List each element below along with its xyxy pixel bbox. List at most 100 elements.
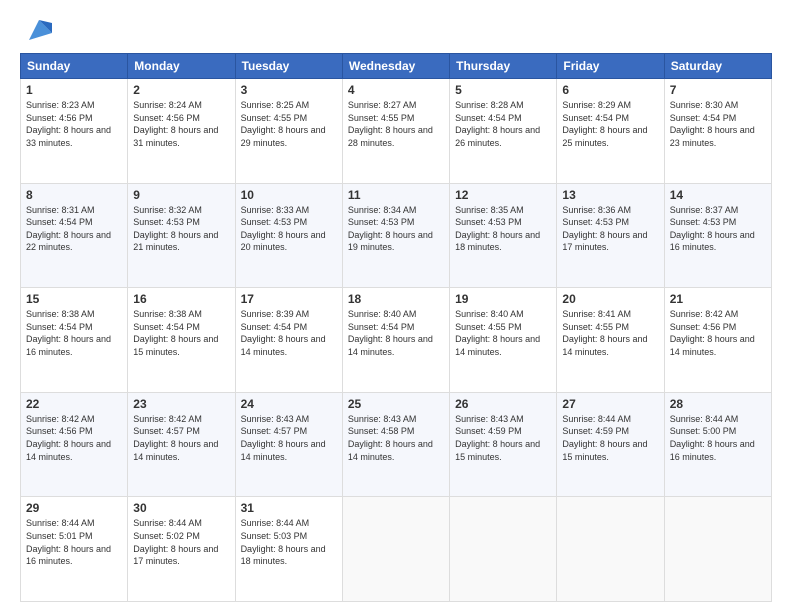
day-number: 12 [455,188,551,202]
day-number: 7 [670,83,766,97]
day-number: 8 [26,188,122,202]
calendar-cell: 15 Sunrise: 8:38 AM Sunset: 4:54 PM Dayl… [21,288,128,393]
calendar-cell: 1 Sunrise: 8:23 AM Sunset: 4:56 PM Dayli… [21,79,128,184]
cell-content: Sunrise: 8:35 AM Sunset: 4:53 PM Dayligh… [455,204,551,254]
day-number: 16 [133,292,229,306]
col-monday: Monday [128,54,235,79]
calendar-cell: 10 Sunrise: 8:33 AM Sunset: 4:53 PM Dayl… [235,183,342,288]
cell-content: Sunrise: 8:41 AM Sunset: 4:55 PM Dayligh… [562,308,658,358]
day-number: 9 [133,188,229,202]
calendar-cell: 21 Sunrise: 8:42 AM Sunset: 4:56 PM Dayl… [664,288,771,393]
col-thursday: Thursday [450,54,557,79]
cell-content: Sunrise: 8:43 AM Sunset: 4:58 PM Dayligh… [348,413,444,463]
day-number: 13 [562,188,658,202]
cell-content: Sunrise: 8:37 AM Sunset: 4:53 PM Dayligh… [670,204,766,254]
cell-content: Sunrise: 8:42 AM Sunset: 4:57 PM Dayligh… [133,413,229,463]
cell-content: Sunrise: 8:40 AM Sunset: 4:54 PM Dayligh… [348,308,444,358]
day-number: 21 [670,292,766,306]
cell-content: Sunrise: 8:44 AM Sunset: 4:59 PM Dayligh… [562,413,658,463]
calendar-cell: 4 Sunrise: 8:27 AM Sunset: 4:55 PM Dayli… [342,79,449,184]
calendar-cell: 12 Sunrise: 8:35 AM Sunset: 4:53 PM Dayl… [450,183,557,288]
cell-content: Sunrise: 8:28 AM Sunset: 4:54 PM Dayligh… [455,99,551,149]
calendar-cell: 28 Sunrise: 8:44 AM Sunset: 5:00 PM Dayl… [664,392,771,497]
day-number: 23 [133,397,229,411]
calendar-cell: 3 Sunrise: 8:25 AM Sunset: 4:55 PM Dayli… [235,79,342,184]
col-saturday: Saturday [664,54,771,79]
cell-content: Sunrise: 8:34 AM Sunset: 4:53 PM Dayligh… [348,204,444,254]
calendar-week-5: 29 Sunrise: 8:44 AM Sunset: 5:01 PM Dayl… [21,497,772,602]
calendar-cell: 27 Sunrise: 8:44 AM Sunset: 4:59 PM Dayl… [557,392,664,497]
calendar-cell: 2 Sunrise: 8:24 AM Sunset: 4:56 PM Dayli… [128,79,235,184]
cell-content: Sunrise: 8:44 AM Sunset: 5:03 PM Dayligh… [241,517,337,567]
logo [20,15,54,45]
day-number: 11 [348,188,444,202]
day-number: 5 [455,83,551,97]
cell-content: Sunrise: 8:42 AM Sunset: 4:56 PM Dayligh… [670,308,766,358]
cell-content: Sunrise: 8:23 AM Sunset: 4:56 PM Dayligh… [26,99,122,149]
calendar-cell: 6 Sunrise: 8:29 AM Sunset: 4:54 PM Dayli… [557,79,664,184]
day-number: 28 [670,397,766,411]
cell-content: Sunrise: 8:33 AM Sunset: 4:53 PM Dayligh… [241,204,337,254]
col-tuesday: Tuesday [235,54,342,79]
day-number: 14 [670,188,766,202]
cell-content: Sunrise: 8:38 AM Sunset: 4:54 PM Dayligh… [133,308,229,358]
calendar-cell: 9 Sunrise: 8:32 AM Sunset: 4:53 PM Dayli… [128,183,235,288]
page-header [20,15,772,45]
day-number: 18 [348,292,444,306]
calendar-cell: 14 Sunrise: 8:37 AM Sunset: 4:53 PM Dayl… [664,183,771,288]
calendar-cell: 24 Sunrise: 8:43 AM Sunset: 4:57 PM Dayl… [235,392,342,497]
header-row: Sunday Monday Tuesday Wednesday Thursday… [21,54,772,79]
day-number: 17 [241,292,337,306]
calendar-cell: 5 Sunrise: 8:28 AM Sunset: 4:54 PM Dayli… [450,79,557,184]
day-number: 30 [133,501,229,515]
calendar-cell: 20 Sunrise: 8:41 AM Sunset: 4:55 PM Dayl… [557,288,664,393]
calendar-cell: 29 Sunrise: 8:44 AM Sunset: 5:01 PM Dayl… [21,497,128,602]
cell-content: Sunrise: 8:43 AM Sunset: 4:59 PM Dayligh… [455,413,551,463]
day-number: 22 [26,397,122,411]
cell-content: Sunrise: 8:39 AM Sunset: 4:54 PM Dayligh… [241,308,337,358]
cell-content: Sunrise: 8:44 AM Sunset: 5:00 PM Dayligh… [670,413,766,463]
calendar-cell [557,497,664,602]
cell-content: Sunrise: 8:30 AM Sunset: 4:54 PM Dayligh… [670,99,766,149]
day-number: 26 [455,397,551,411]
calendar-cell: 26 Sunrise: 8:43 AM Sunset: 4:59 PM Dayl… [450,392,557,497]
calendar-table: Sunday Monday Tuesday Wednesday Thursday… [20,53,772,602]
day-number: 3 [241,83,337,97]
calendar-week-1: 1 Sunrise: 8:23 AM Sunset: 4:56 PM Dayli… [21,79,772,184]
calendar-page: Sunday Monday Tuesday Wednesday Thursday… [0,0,792,612]
cell-content: Sunrise: 8:44 AM Sunset: 5:01 PM Dayligh… [26,517,122,567]
calendar-cell [342,497,449,602]
day-number: 31 [241,501,337,515]
calendar-cell: 31 Sunrise: 8:44 AM Sunset: 5:03 PM Dayl… [235,497,342,602]
calendar-cell: 30 Sunrise: 8:44 AM Sunset: 5:02 PM Dayl… [128,497,235,602]
calendar-cell: 17 Sunrise: 8:39 AM Sunset: 4:54 PM Dayl… [235,288,342,393]
logo-icon [24,15,54,45]
day-number: 4 [348,83,444,97]
calendar-cell: 19 Sunrise: 8:40 AM Sunset: 4:55 PM Dayl… [450,288,557,393]
calendar-week-2: 8 Sunrise: 8:31 AM Sunset: 4:54 PM Dayli… [21,183,772,288]
cell-content: Sunrise: 8:24 AM Sunset: 4:56 PM Dayligh… [133,99,229,149]
day-number: 15 [26,292,122,306]
day-number: 2 [133,83,229,97]
cell-content: Sunrise: 8:27 AM Sunset: 4:55 PM Dayligh… [348,99,444,149]
cell-content: Sunrise: 8:29 AM Sunset: 4:54 PM Dayligh… [562,99,658,149]
day-number: 19 [455,292,551,306]
calendar-week-3: 15 Sunrise: 8:38 AM Sunset: 4:54 PM Dayl… [21,288,772,393]
col-sunday: Sunday [21,54,128,79]
day-number: 29 [26,501,122,515]
calendar-cell [664,497,771,602]
col-friday: Friday [557,54,664,79]
cell-content: Sunrise: 8:44 AM Sunset: 5:02 PM Dayligh… [133,517,229,567]
calendar-cell: 11 Sunrise: 8:34 AM Sunset: 4:53 PM Dayl… [342,183,449,288]
calendar-cell: 8 Sunrise: 8:31 AM Sunset: 4:54 PM Dayli… [21,183,128,288]
calendar-cell: 18 Sunrise: 8:40 AM Sunset: 4:54 PM Dayl… [342,288,449,393]
calendar-cell: 7 Sunrise: 8:30 AM Sunset: 4:54 PM Dayli… [664,79,771,184]
calendar-cell: 25 Sunrise: 8:43 AM Sunset: 4:58 PM Dayl… [342,392,449,497]
calendar-cell [450,497,557,602]
day-number: 24 [241,397,337,411]
day-number: 25 [348,397,444,411]
col-wednesday: Wednesday [342,54,449,79]
day-number: 1 [26,83,122,97]
calendar-cell: 13 Sunrise: 8:36 AM Sunset: 4:53 PM Dayl… [557,183,664,288]
calendar-cell: 16 Sunrise: 8:38 AM Sunset: 4:54 PM Dayl… [128,288,235,393]
